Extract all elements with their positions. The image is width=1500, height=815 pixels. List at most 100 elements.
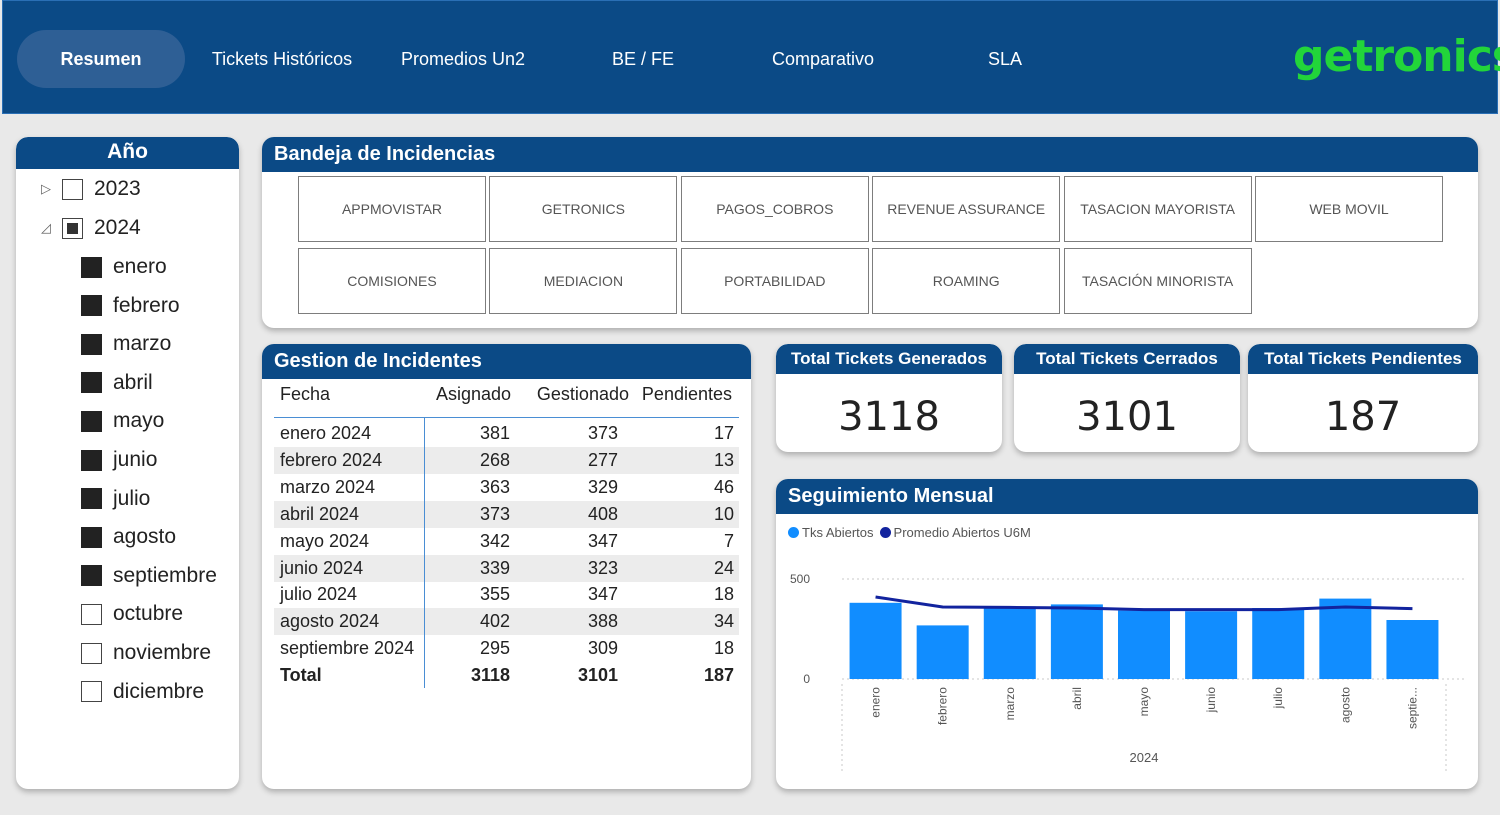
x-tick-label: julio — [1271, 687, 1285, 710]
column-header-asignado[interactable]: Asignado — [436, 384, 511, 414]
slicer-year-label: 2024 — [94, 216, 141, 239]
table-row[interactable]: febrero 2024 268 277 13 — [274, 446, 739, 474]
bandeja-button[interactable]: ROAMING — [872, 248, 1061, 314]
table-row[interactable]: mayo 2024 342 347 7 — [274, 528, 739, 555]
checkbox-checked-icon[interactable] — [81, 449, 102, 471]
cell-fecha: junio 2024 — [280, 557, 364, 578]
slicer-month-3[interactable]: marzo — [81, 332, 171, 356]
column-divider — [424, 418, 425, 688]
slicer-month-label: noviembre — [113, 641, 212, 664]
column-header-fecha[interactable]: Fecha — [280, 384, 330, 414]
slicer-year-2024[interactable]: ◿ 2024 — [38, 216, 141, 240]
cell-gestionado: 323 — [587, 557, 618, 578]
checkbox-empty-icon[interactable] — [81, 681, 102, 703]
table-row[interactable]: septiembre 2024 295 309 18 — [274, 635, 739, 662]
cell-pendientes: 34 — [713, 611, 734, 632]
slicer-month-label: abril — [113, 370, 153, 394]
bandeja-button[interactable]: GETRONICS — [489, 176, 678, 242]
column-header-pendientes[interactable]: Pendientes — [642, 384, 732, 414]
table-row[interactable]: agosto 2024 402 388 34 — [274, 608, 739, 636]
cell-pendientes: 187 — [703, 665, 734, 686]
kpi-title: Total Tickets Pendientes — [1248, 344, 1478, 374]
table-row[interactable]: julio 2024 355 347 18 — [274, 581, 739, 608]
table-row[interactable]: enero 2024 381 373 17 — [274, 420, 739, 447]
cell-gestionado: 347 — [587, 584, 618, 605]
slicer-month-11[interactable]: noviembre — [81, 641, 211, 665]
cell-pendientes: 10 — [713, 503, 734, 524]
kpi-value: 3101 — [1076, 394, 1178, 440]
checkbox-checked-icon[interactable] — [81, 256, 102, 278]
column-header-gestionado[interactable]: Gestionado — [537, 384, 629, 414]
bandeja-button[interactable]: COMISIONES — [298, 248, 486, 314]
kpi-value: 187 — [1324, 394, 1402, 440]
slicer-month-4[interactable]: abril — [81, 371, 153, 395]
slicer-title: Año — [16, 137, 239, 169]
bandeja-button[interactable]: REVENUE ASSURANCE — [872, 176, 1061, 242]
slicer-month-label: enero — [113, 255, 167, 278]
tab-comparativo[interactable]: Comparativo — [758, 30, 888, 88]
checkbox-checked-icon[interactable] — [81, 295, 102, 317]
bandeja-button[interactable]: TASACIÓN MINORISTA — [1063, 248, 1252, 314]
slicer-month-label: mayo — [113, 409, 165, 433]
slicer-year-2023[interactable]: ▷ 2023 — [38, 177, 141, 201]
cell-pendientes: 18 — [713, 638, 734, 659]
x-tick-label: junio — [1204, 687, 1218, 714]
collapse-icon[interactable]: ◿ — [38, 220, 54, 236]
bandeja-button[interactable]: APPMOVISTAR — [298, 176, 486, 242]
x-tick-label: enero — [869, 687, 883, 718]
slicer-month-label: febrero — [113, 293, 180, 317]
bar — [849, 602, 902, 679]
checkbox-checked-icon[interactable] — [81, 488, 102, 510]
table-row[interactable]: abril 2024 373 408 10 — [274, 500, 739, 528]
cell-pendientes: 24 — [713, 557, 734, 578]
kpi-title: Total Tickets Generados — [776, 344, 1002, 374]
slicer-month-7[interactable]: julio — [81, 487, 150, 511]
bandeja-button[interactable]: PORTABILIDAD — [680, 248, 869, 314]
cell-asignado: 268 — [479, 449, 510, 470]
checkbox-checked-icon[interactable] — [81, 333, 102, 355]
cell-asignado: 402 — [479, 611, 510, 632]
checkbox-checked-icon[interactable] — [81, 410, 102, 432]
x-axis-label: 2024 — [1130, 750, 1159, 765]
slicer-month-label: agosto — [113, 525, 177, 549]
cell-pendientes: 13 — [713, 449, 734, 470]
bandeja-button[interactable]: PAGOS_COBROS — [680, 176, 869, 242]
tab-be-fe[interactable]: BE / FE — [593, 30, 693, 88]
table-row[interactable]: junio 2024 339 323 24 — [274, 554, 739, 582]
cell-asignado: 355 — [479, 584, 510, 605]
checkbox-partial-icon[interactable] — [62, 217, 83, 239]
tab-resumen[interactable]: Resumen — [17, 30, 185, 88]
slicer-month-2[interactable]: febrero — [81, 294, 180, 318]
slicer-month-5[interactable]: mayo — [81, 409, 164, 433]
kpi-title: Total Tickets Cerrados — [1014, 344, 1240, 374]
tab-tickets-historicos[interactable]: Tickets Históricos — [197, 30, 367, 88]
cell-fecha: julio 2024 — [280, 584, 358, 605]
slicer-month-1[interactable]: enero — [81, 255, 167, 279]
slicer-month-9[interactable]: septiembre — [81, 564, 217, 588]
x-tick-label: agosto — [1338, 687, 1352, 723]
top-nav-bar: Resumen Tickets Históricos Promedios Un2… — [2, 0, 1500, 114]
checkbox-empty-icon[interactable] — [81, 603, 102, 625]
cell-gestionado: 408 — [587, 503, 618, 524]
slicer-month-8[interactable]: agosto — [81, 525, 176, 549]
bandeja-button[interactable]: WEB MOVIL — [1255, 176, 1443, 242]
cell-gestionado: 347 — [587, 530, 618, 551]
checkbox-checked-icon[interactable] — [81, 565, 102, 587]
x-tick-label: mayo — [1137, 687, 1151, 717]
expand-icon[interactable]: ▷ — [38, 181, 54, 197]
bandeja-title: Bandeja de Incidencias — [262, 137, 1478, 172]
slicer-month-10[interactable]: octubre — [81, 602, 183, 626]
tab-sla[interactable]: SLA — [973, 30, 1037, 88]
slicer-month-12[interactable]: diciembre — [81, 680, 204, 704]
checkbox-checked-icon[interactable] — [81, 526, 102, 548]
bandeja-button[interactable]: TASACION MAYORISTA — [1063, 176, 1252, 242]
checkbox-empty-icon[interactable] — [62, 178, 83, 200]
bandeja-panel: Bandeja de Incidencias APPMOVISTAR GETRON… — [262, 137, 1478, 328]
checkbox-checked-icon[interactable] — [81, 372, 102, 394]
slicer-month-6[interactable]: junio — [81, 448, 157, 472]
tab-promedios-un2[interactable]: Promedios Un2 — [383, 30, 543, 88]
checkbox-empty-icon[interactable] — [81, 642, 102, 664]
table-row[interactable]: marzo 2024 363 329 46 — [274, 474, 739, 501]
table-total-row[interactable]: Total 3118 3101 187 — [274, 662, 739, 689]
bandeja-button[interactable]: MEDIACION — [489, 248, 678, 314]
